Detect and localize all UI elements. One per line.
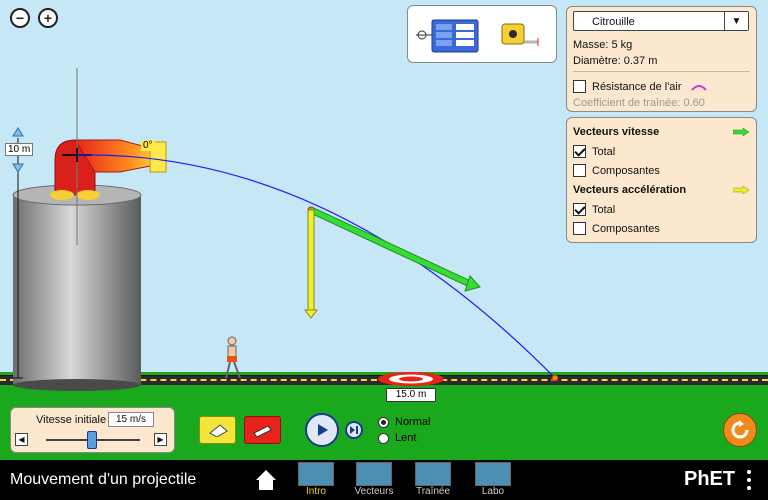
acceleration-vector: [304, 209, 318, 319]
landed-projectile: [551, 374, 559, 382]
speed-slider-thumb[interactable]: [87, 431, 97, 449]
increment-arrow-icon[interactable]: ▶: [154, 433, 167, 446]
acceleration-total-label: Total: [592, 203, 616, 216]
play-icon: [318, 424, 328, 436]
home-icon: [256, 470, 276, 490]
velocity-components-label: Composantes: [592, 164, 660, 177]
projectile-select[interactable]: Citrouille ▼: [573, 11, 749, 31]
velocity-arrow-icon: [733, 128, 749, 136]
navigation-bar: Mouvement d'un projectile Intro Vecteurs…: [0, 460, 768, 500]
measuring-tape-tool[interactable]: [501, 23, 539, 46]
eraser-icon: [208, 424, 228, 437]
intro-thumbnail: [298, 462, 334, 486]
initial-speed-value: 15 m/s: [108, 412, 154, 427]
kebab-menu-icon: [747, 470, 751, 490]
tab-lab[interactable]: Labo: [473, 462, 513, 498]
tab-drag-label: Traînée: [415, 486, 451, 497]
toolbox-panel: [407, 5, 557, 63]
normal-radio-button[interactable]: [378, 416, 389, 428]
velocity-total-label: Total: [592, 145, 616, 158]
height-label: 10 m: [5, 143, 34, 156]
velocity-title: Vecteurs vitesse: [573, 126, 660, 138]
vectors-panel: Vecteurs vitesse Total Composantes Vecte…: [566, 117, 757, 243]
cannon-angle-label: 0°: [141, 140, 155, 151]
air-resistance-row[interactable]: Résistance de l'air: [573, 80, 708, 93]
tab-vectors-label: Vecteurs: [354, 486, 394, 497]
normal-speed-label: Normal: [395, 416, 431, 428]
drag-thumbnail: [415, 462, 451, 486]
velocity-components-checkbox[interactable]: [573, 164, 586, 177]
step-icon: [350, 426, 358, 434]
lab-thumbnail: [475, 462, 511, 486]
target[interactable]: [378, 372, 444, 386]
acceleration-arrow-icon: [733, 186, 749, 194]
play-button[interactable]: [305, 413, 339, 447]
acceleration-total-row[interactable]: Total: [573, 203, 615, 216]
data-probe-tool[interactable]: [416, 19, 479, 53]
velocity-components-row[interactable]: Composantes: [573, 164, 660, 177]
projectile-select-value: Citrouille: [592, 16, 635, 28]
menu-button[interactable]: [746, 469, 752, 491]
acceleration-total-checkbox[interactable]: [573, 203, 586, 216]
air-resistance-icon: [690, 84, 707, 91]
divider: [573, 71, 750, 72]
tab-lab-label: Labo: [481, 486, 505, 497]
reset-icon: [731, 420, 749, 439]
velocity-total-row[interactable]: Total: [573, 145, 615, 158]
diameter-label: Diamètre: 0.37 m: [573, 55, 658, 67]
cannon-icon: [252, 425, 272, 437]
slow-speed-radio[interactable]: Lent: [378, 432, 416, 444]
phet-logo: PhET: [684, 468, 736, 490]
tab-vectors[interactable]: Vecteurs: [354, 462, 394, 498]
tab-intro-label: Intro: [305, 486, 326, 497]
slow-speed-label: Lent: [395, 432, 417, 444]
acceleration-components-checkbox[interactable]: [573, 222, 586, 235]
drag-coefficient-label: Coefficient de traînée: 0.60: [573, 97, 705, 109]
acceleration-header: Vecteurs accélération: [573, 184, 749, 196]
trajectory-path: [76, 154, 556, 379]
chevron-down-icon[interactable]: ▼: [724, 12, 748, 30]
air-resistance-label: Résistance de l'air: [592, 80, 682, 93]
simulation-scene: − + 0° 10 m 15.0 m Citrouille ▼ Masse: 5…: [0, 0, 768, 460]
toolbox-graphics: [416, 19, 539, 53]
home-button[interactable]: [254, 468, 278, 492]
slow-radio-button[interactable]: [378, 432, 389, 444]
initial-speed-label: Vitesse initiale: [36, 414, 107, 426]
acceleration-title: Vecteurs accélération: [573, 184, 687, 196]
tab-intro[interactable]: Intro: [296, 462, 336, 498]
acceleration-components-row[interactable]: Composantes: [573, 222, 660, 235]
fire-button[interactable]: [244, 416, 281, 444]
velocity-vector: [309, 206, 481, 292]
reset-all-button[interactable]: [723, 413, 757, 447]
velocity-total-checkbox[interactable]: [573, 145, 586, 158]
tab-drag[interactable]: Traînée: [413, 462, 453, 498]
projectile-panel: Citrouille ▼ Masse: 5 kg Diamètre: 0.37 …: [566, 6, 757, 112]
eraser-button[interactable]: [199, 416, 236, 444]
person-figure: [225, 336, 241, 379]
decrement-arrow-icon[interactable]: ◀: [15, 433, 28, 446]
normal-speed-radio[interactable]: Normal: [378, 416, 430, 428]
app-title: Mouvement d'un projectile: [10, 471, 197, 488]
velocity-header: Vecteurs vitesse: [573, 126, 749, 138]
air-resistance-checkbox[interactable]: [573, 80, 586, 93]
vectors-thumbnail: [356, 462, 392, 486]
acceleration-components-label: Composantes: [592, 222, 660, 235]
initial-speed-panel: Vitesse initiale 15 m/s ◀ ▶: [10, 407, 175, 453]
step-button[interactable]: [345, 421, 363, 439]
mass-label: Masse: 5 kg: [573, 39, 633, 51]
target-distance-label: 15.0 m: [386, 388, 436, 402]
